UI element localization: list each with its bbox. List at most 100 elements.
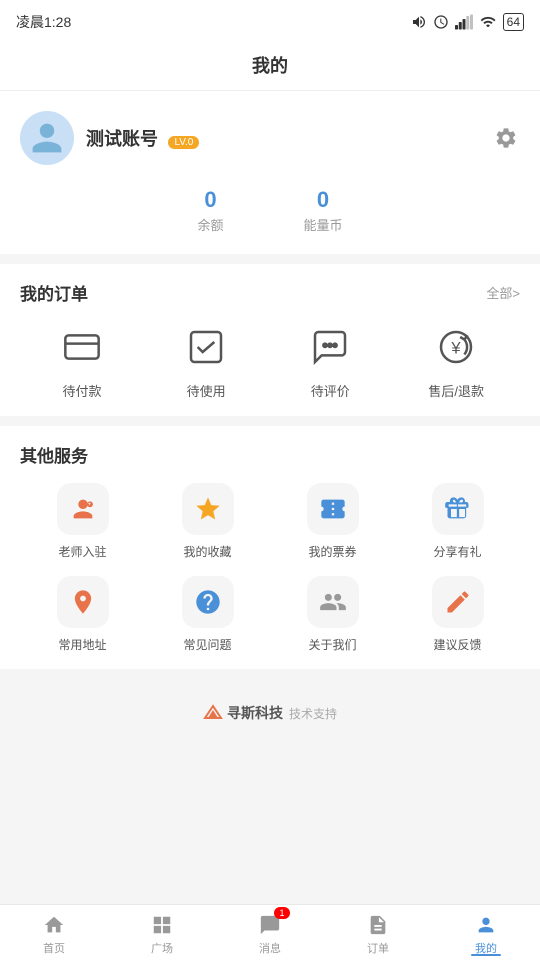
service-faq-label: 常见问题 xyxy=(183,636,231,653)
nav-order-label: 订单 xyxy=(367,940,389,956)
order-pending-review-label: 待评价 xyxy=(311,381,350,400)
svg-text:¥: ¥ xyxy=(451,339,462,358)
tech-logo: 寻斯科技 技术支持 xyxy=(203,703,337,723)
star-icon-wrap xyxy=(182,483,234,535)
nav-order[interactable]: 订单 xyxy=(324,909,432,956)
stats-row: 0 余额 0 能量币 xyxy=(20,183,520,234)
service-feedback[interactable]: 建议反馈 xyxy=(395,576,520,653)
question-icon xyxy=(194,588,222,616)
service-feedback-label: 建议反馈 xyxy=(433,636,481,653)
profile-left: 测试账号 LV.0 xyxy=(20,111,199,165)
status-time: 凌晨1:28 xyxy=(16,12,71,32)
svg-text:+: + xyxy=(88,502,91,507)
question-icon-wrap xyxy=(182,576,234,628)
location-icon xyxy=(69,588,97,616)
service-about-label: 关于我们 xyxy=(308,636,356,653)
pencil-icon xyxy=(444,588,472,616)
page-header: 我的 xyxy=(0,44,540,91)
nav-plaza-label: 广场 xyxy=(151,940,173,956)
battery-indicator: 64 xyxy=(503,13,524,31)
balance-stat: 0 余额 xyxy=(197,187,223,234)
check-square-icon xyxy=(180,321,232,373)
balance-value: 0 xyxy=(197,187,223,213)
avatar-icon xyxy=(29,120,65,156)
energy-value: 0 xyxy=(304,187,343,213)
orders-more[interactable]: 全部> xyxy=(486,283,520,302)
settings-button[interactable] xyxy=(492,124,520,152)
order-nav-icon xyxy=(366,913,390,937)
service-teacher-label: 老师入驻 xyxy=(58,543,106,560)
pencil-icon-wrap xyxy=(432,576,484,628)
energy-stat: 0 能量币 xyxy=(304,187,343,234)
grid-nav-icon xyxy=(150,913,174,937)
gear-icon xyxy=(494,126,518,150)
clock-icon xyxy=(433,14,449,30)
service-address-label: 常用地址 xyxy=(58,636,106,653)
energy-label: 能量币 xyxy=(304,215,343,234)
orders-header: 我的订单 全部> xyxy=(20,280,520,305)
service-share[interactable]: 分享有礼 xyxy=(395,483,520,560)
bottom-nav: 首页 广场 1 消息 订单 xyxy=(0,904,540,960)
order-icon xyxy=(367,914,389,936)
avatar[interactable] xyxy=(20,111,74,165)
balance-label: 余额 xyxy=(197,215,223,234)
profile-card: 测试账号 LV.0 0 余额 0 能量币 xyxy=(0,91,540,254)
chat-dots-icon xyxy=(304,321,356,373)
gift-icon-wrap xyxy=(432,483,484,535)
grid-icon xyxy=(151,914,173,936)
refund-icon: ¥ xyxy=(430,321,482,373)
teacher-icon: + xyxy=(69,495,97,523)
credit-card-icon xyxy=(56,321,108,373)
orders-section: 我的订单 全部> 待付款 xyxy=(0,264,540,416)
nav-message-label: 消息 xyxy=(259,940,281,956)
message-badge: 1 xyxy=(274,907,290,919)
service-tickets-label: 我的票券 xyxy=(308,543,356,560)
status-icons: 64 xyxy=(411,13,524,31)
ticket-icon-wrap xyxy=(307,483,359,535)
message-nav-icon: 1 xyxy=(258,913,282,937)
nav-home[interactable]: 首页 xyxy=(0,909,108,956)
service-about[interactable]: 关于我们 xyxy=(270,576,395,653)
profile-top: 测试账号 LV.0 xyxy=(20,111,520,165)
service-address[interactable]: 常用地址 xyxy=(20,576,145,653)
order-pending-use-label: 待使用 xyxy=(187,381,226,400)
nav-home-label: 首页 xyxy=(43,940,65,956)
order-pending-use[interactable]: 待使用 xyxy=(180,321,232,400)
tech-support-inner: 寻斯科技 技术支持 xyxy=(203,703,337,723)
people-icon xyxy=(319,588,347,616)
ticket-icon xyxy=(319,495,347,523)
nav-message[interactable]: 1 消息 xyxy=(216,909,324,956)
company-name: 寻斯科技 xyxy=(227,703,283,723)
service-faq[interactable]: 常见问题 xyxy=(145,576,270,653)
services-title: 其他服务 xyxy=(20,442,88,467)
service-favorites[interactable]: 我的收藏 xyxy=(145,483,270,560)
user-info: 测试账号 LV.0 xyxy=(86,125,199,151)
status-bar: 凌晨1:28 64 xyxy=(0,0,540,44)
service-teacher[interactable]: + 老师入驻 xyxy=(20,483,145,560)
service-favorites-label: 我的收藏 xyxy=(183,543,231,560)
services-header: 其他服务 xyxy=(20,442,520,467)
people-icon-wrap xyxy=(307,576,359,628)
order-refund-label: 售后/退款 xyxy=(428,381,484,400)
order-pending-payment-label: 待付款 xyxy=(63,381,102,400)
company-logo-icon xyxy=(203,704,223,722)
order-pending-review[interactable]: 待评价 xyxy=(304,321,356,400)
home-icon xyxy=(43,914,65,936)
star-icon xyxy=(194,495,222,523)
order-pending-payment[interactable]: 待付款 xyxy=(56,321,108,400)
order-grid: 待付款 待使用 xyxy=(20,321,520,400)
wifi-icon xyxy=(479,14,497,30)
order-refund[interactable]: ¥ 售后/退款 xyxy=(428,321,484,400)
nav-plaza[interactable]: 广场 xyxy=(108,909,216,956)
teacher-icon-wrap: + xyxy=(57,483,109,535)
orders-title: 我的订单 xyxy=(20,280,88,305)
service-share-label: 分享有礼 xyxy=(433,543,481,560)
main-content: 测试账号 LV.0 0 余额 0 能量币 我的订单 全部 xyxy=(0,91,540,903)
user-nav-icon xyxy=(474,913,498,937)
service-tickets[interactable]: 我的票券 xyxy=(270,483,395,560)
user-icon xyxy=(475,914,497,936)
page-title: 我的 xyxy=(252,56,288,76)
nav-mine[interactable]: 我的 xyxy=(432,909,540,956)
home-nav-icon xyxy=(42,913,66,937)
gift-icon xyxy=(444,495,472,523)
